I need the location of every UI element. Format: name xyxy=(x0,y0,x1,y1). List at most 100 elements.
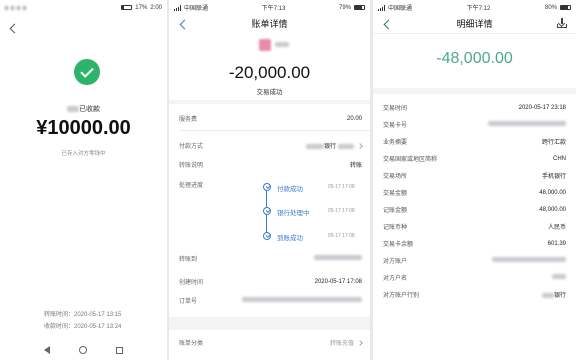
detail-row: 交易卡号 xyxy=(383,120,566,129)
status-bar: 中国联通 下午7:13 79% xyxy=(169,0,370,15)
row-label: 交易卡号 xyxy=(383,123,408,129)
step-3-time: 05-17 17:08 xyxy=(328,233,355,239)
redacted-bank xyxy=(305,143,324,149)
row-label: 交易场所 xyxy=(383,174,408,180)
transfer-desc-value: 转账 xyxy=(349,163,362,169)
redacted-account xyxy=(492,257,566,263)
fee-value: 20.00 xyxy=(346,115,362,122)
chevron-right-icon xyxy=(357,143,363,149)
payment-method-label: 付款方式 xyxy=(179,144,204,150)
transaction-detail-screen: 中国联通 下午7:12 80% 明细详情 -48,000.00 交易时间 2020… xyxy=(373,0,576,360)
avatar xyxy=(259,39,271,51)
battery-icon xyxy=(560,5,571,10)
row-label: 交易国家或地区简称 xyxy=(383,157,438,163)
carrier: 中国联通 xyxy=(388,6,413,12)
redacted-name xyxy=(67,106,79,113)
bill-category-label: 账单分类 xyxy=(179,341,204,347)
redacted-order-number xyxy=(242,297,362,303)
detail-amount: -48,000.00 xyxy=(436,50,513,67)
detail-row: 交易金额 48,000.00 xyxy=(383,188,566,198)
detail-row: 记账金额 48,000.00 xyxy=(383,205,566,215)
row-value: 人民币 xyxy=(547,225,566,231)
nav-back-icon[interactable] xyxy=(44,346,51,354)
step-1-label: 付款成功 xyxy=(277,186,303,193)
signal-icon xyxy=(378,4,385,11)
battery-percent: 79% xyxy=(338,4,351,11)
battery-percent: 80% xyxy=(544,4,557,11)
row-label: 交易金额 xyxy=(383,191,408,197)
step-2-time: 05-17 17:08 xyxy=(328,208,355,214)
wechat-receipt-screen: 17% 2:00 已收款 ¥10000.00 已存入对方零钱中 转账时间：202… xyxy=(0,0,167,360)
step-2-label: 银行处理中 xyxy=(277,210,310,217)
created-time-label: 创建时间 xyxy=(179,280,204,286)
created-time-value: 2020-05-17 17:08 xyxy=(314,278,362,285)
status-bar: 中国联通 下午7:12 80% xyxy=(373,0,576,15)
redacted-account xyxy=(314,255,362,261)
row-value: 银行 xyxy=(553,293,566,299)
fee-label: 服务费 xyxy=(179,117,198,123)
step-done-icon xyxy=(263,232,271,240)
clock: 下午7:13 xyxy=(261,6,286,12)
fee-row: 服务费 20.00 xyxy=(179,114,362,124)
detail-row: 交易国家或地区简称 CHN xyxy=(383,154,566,164)
nav-recents-icon[interactable] xyxy=(115,346,123,354)
chevron-right-icon xyxy=(357,340,363,346)
battery-icon xyxy=(121,5,133,10)
detail-row: 交易场所 手机银行 xyxy=(383,171,566,180)
row-label: 交易时间 xyxy=(383,106,408,112)
transfer-to-row: 转账到 xyxy=(179,254,362,263)
detail-row: 交易时间 2020-05-17 23:18 xyxy=(383,103,566,113)
signal-icon xyxy=(174,4,181,11)
download-icon[interactable] xyxy=(557,18,567,28)
row-label: 对方账户行别 xyxy=(383,293,420,299)
android-nav-bar xyxy=(0,340,167,360)
row-value: 跨行汇款 xyxy=(541,140,566,146)
bill-category-value: 转账充值 xyxy=(329,341,354,347)
detail-row: 业务摘要 跨行汇款 xyxy=(383,137,566,146)
clock: 2:00 xyxy=(150,4,162,11)
notification-icons xyxy=(5,5,26,10)
battery-percent: 17% xyxy=(135,4,148,11)
transfer-desc-label: 转账说明 xyxy=(179,163,204,169)
nav-home-icon[interactable] xyxy=(78,346,87,354)
battery-icon xyxy=(354,5,365,10)
page-title: 明细详情 xyxy=(456,19,493,29)
progress-label: 处理进度 xyxy=(179,183,204,189)
row-value: 48,000.00 xyxy=(539,189,566,196)
row-label: 对方户名 xyxy=(383,276,408,282)
payee-line: 已收款 xyxy=(0,104,167,114)
carrier: 中国联通 xyxy=(184,6,209,12)
bill-detail-screen: 中国联通 下午7:13 79% 账单详情 -20,000.00 交易成功 服务费… xyxy=(169,0,370,360)
row-label: 记账币种 xyxy=(383,225,408,231)
detail-row: 对方账户行别 银行 xyxy=(383,290,566,299)
receive-time: 收款时间：2020-05-17 13:24 xyxy=(44,324,122,330)
detail-row: 对方账户 xyxy=(383,256,566,265)
page-title: 账单详情 xyxy=(251,19,288,29)
redacted-name xyxy=(275,42,289,47)
order-number-row: 订单号 xyxy=(179,296,362,305)
clock: 下午7:12 xyxy=(466,6,491,12)
row-value: CHN xyxy=(553,155,566,162)
row-value: 手机银行 xyxy=(541,174,566,180)
transfer-desc-row: 转账说明 转账 xyxy=(179,160,362,169)
redacted-name xyxy=(552,274,566,280)
detail-row: 交易卡余额 601.39 xyxy=(383,239,566,249)
row-label: 交易卡余额 xyxy=(383,242,414,248)
received-label: 已收款 xyxy=(79,106,100,113)
step-3-label: 到账成功 xyxy=(277,235,303,242)
payment-method-row[interactable]: 付款方式 银行 xyxy=(179,141,363,150)
step-1-time: 05-17 17:08 xyxy=(328,184,355,190)
row-label: 对方账户 xyxy=(383,259,408,265)
row-label: 记账金额 xyxy=(383,208,408,214)
received-amount: ¥10000.00 xyxy=(36,117,131,139)
detail-row: 对方户名 xyxy=(383,273,566,282)
bill-category-row[interactable]: 账单分类 转账充值 xyxy=(169,330,370,360)
row-value: 601.39 xyxy=(547,240,566,247)
back-icon[interactable] xyxy=(9,23,20,34)
row-value: 48,000.00 xyxy=(539,206,566,213)
step-done-icon xyxy=(263,183,271,191)
row-label: 业务摘要 xyxy=(383,140,408,146)
redacted-bank xyxy=(541,292,554,298)
row-value: 2020-05-17 23:18 xyxy=(518,104,566,111)
success-check-icon xyxy=(74,59,100,85)
